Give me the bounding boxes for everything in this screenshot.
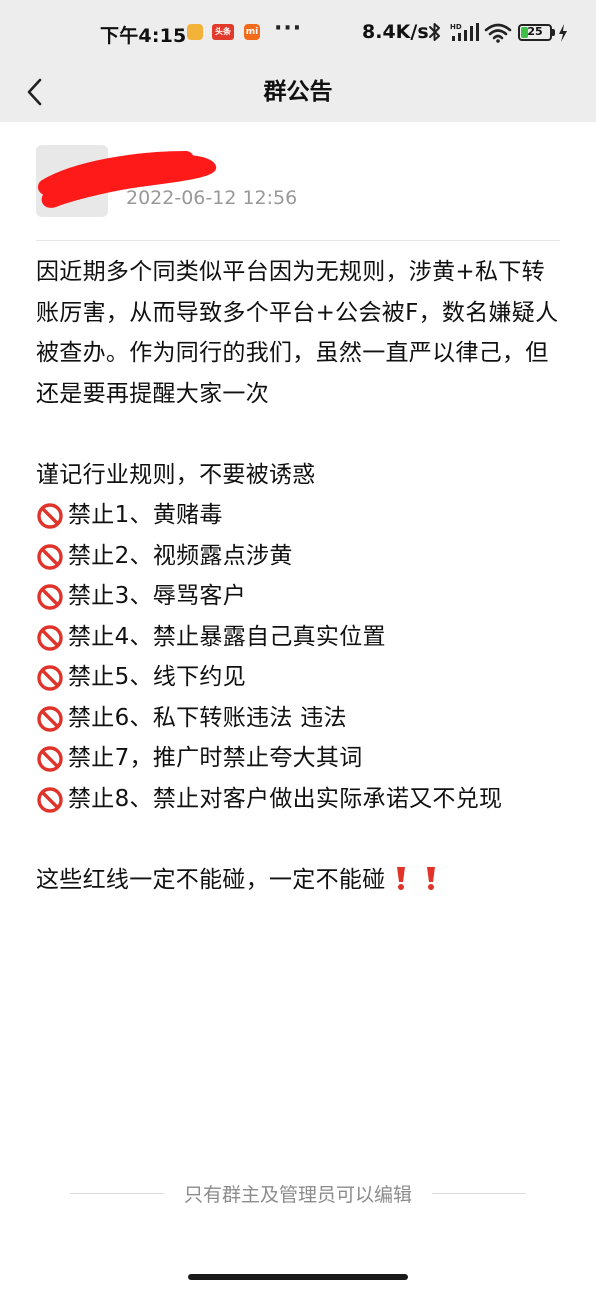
announcement-content: 因近期多个同类似平台因为无规则，涉黄+私下转账厉害，从而导致多个平台+公会被F，… (36, 252, 566, 900)
rule-item: 禁止1、黄赌毒 (36, 495, 566, 536)
bluetooth-icon (429, 23, 440, 41)
edit-permission-note: 只有群主及管理员可以编辑 (70, 1178, 527, 1208)
exclamation-icon (396, 866, 405, 890)
status-time: 下午4:15 (100, 25, 187, 47)
prohibited-icon (37, 625, 63, 651)
divider (36, 240, 560, 241)
prohibited-icon (37, 787, 63, 813)
rules-heading: 谨记行业规则，不要被诱惑 (36, 461, 316, 488)
rule-item: 禁止8、禁止对客户做出实际承诺又不兑现 (36, 779, 566, 820)
announcement-author: 2022-06-12 12:56 (36, 145, 560, 217)
status-bar: 下午4:15 头条 mi ··· 8.4K/s HD 25 (0, 0, 596, 62)
notes-app-icon (187, 24, 203, 40)
announcement-timestamp: 2022-06-12 12:56 (126, 187, 298, 209)
prohibited-icon (37, 706, 63, 732)
prohibited-icon (37, 544, 63, 570)
battery-icon: 25 (518, 24, 552, 41)
home-indicator[interactable] (188, 1274, 408, 1280)
more-notifications-icon: ··· (274, 16, 303, 41)
rule-text: 禁止4、禁止暴露自己真实位置 (68, 623, 386, 650)
rule-text: 禁止7，推广时禁止夸大其词 (68, 745, 363, 771)
rule-item: 禁止6、私下转账违法 违法 (36, 698, 566, 739)
rule-text: 禁止1、黄赌毒 (68, 502, 223, 528)
rule-text: 禁止8、禁止对客户做出实际承诺又不兑现 (68, 785, 503, 812)
page-title: 群公告 (263, 79, 333, 105)
closing-text: 这些红线一定不能碰，一定不能碰 (36, 866, 386, 893)
rule-item: 禁止2、视频露点涉黄 (36, 536, 566, 577)
rule-item: 禁止5、线下约见 (36, 657, 566, 698)
prohibited-icon (37, 584, 63, 610)
prohibited-icon (37, 503, 63, 529)
svg-text:HD: HD (450, 23, 462, 31)
battery-level: 25 (527, 25, 543, 38)
network-speed: 8.4K/s (362, 21, 429, 43)
nav-bar: 群公告 (0, 62, 596, 122)
mi-app-icon: mi (244, 24, 260, 40)
footer-line-left (70, 1192, 164, 1194)
charging-bolt-icon (559, 24, 567, 42)
rule-text: 禁止2、视频露点涉黄 (68, 542, 293, 569)
rule-item: 禁止3、辱骂客户 (36, 576, 566, 617)
closing-line: 这些红线一定不能碰，一定不能碰 (36, 860, 566, 901)
rule-text: 禁止6、私下转账违法 违法 (68, 704, 347, 731)
exclamation-icon (426, 866, 435, 890)
prohibited-icon (37, 746, 63, 772)
rule-text: 禁止3、辱骂客户 (68, 583, 247, 609)
footer-text: 只有群主及管理员可以编辑 (184, 1183, 413, 1206)
signal-hd-icon: HD (450, 23, 479, 41)
rule-text: 禁止5、线下约见 (68, 664, 247, 690)
battery-cap (552, 29, 555, 36)
rule-item: 禁止4、禁止暴露自己真实位置 (36, 617, 566, 658)
intro-paragraph: 因近期多个同类似平台因为无规则，涉黄+私下转账厉害，从而导致多个平台+公会被F，… (36, 259, 559, 407)
footer-line-right (432, 1192, 527, 1194)
wifi-icon (484, 23, 512, 43)
toutiao-app-icon: 头条 (212, 24, 234, 40)
prohibited-icon (37, 665, 63, 691)
rule-item: 禁止7，推广时禁止夸大其词 (36, 738, 566, 779)
